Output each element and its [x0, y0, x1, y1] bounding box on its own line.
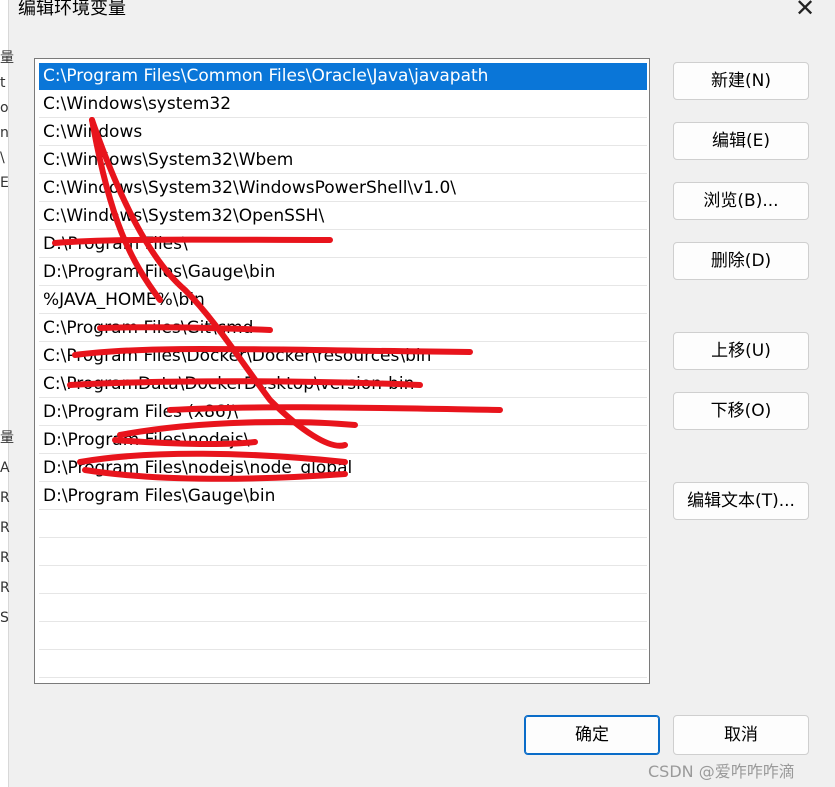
move-up-button[interactable]: 上移(U): [673, 332, 809, 370]
list-item[interactable]: D:\Program Files (x86)\: [39, 399, 647, 426]
list-item-label: D:\Program Files (x86)\: [43, 402, 239, 422]
list-item-label: D:\Program Files\: [43, 234, 188, 254]
list-item-label: %JAVA_HOME%\bin: [43, 290, 205, 310]
list-item[interactable]: D:\Program Files\nodejs\: [39, 427, 647, 454]
new-button[interactable]: 新建(N): [673, 62, 809, 100]
path-list[interactable]: C:\Program Files\Common Files\Oracle\Jav…: [34, 58, 650, 684]
list-item[interactable]: C:\Windows\system32: [39, 91, 647, 118]
list-item-label: C:\Windows\system32: [43, 94, 232, 114]
list-item-label: D:\Program Files\nodejs\: [43, 430, 250, 450]
list-item-empty[interactable]: [39, 567, 647, 594]
list-item[interactable]: %JAVA_HOME%\bin: [39, 287, 647, 314]
list-item[interactable]: C:\Program Files\Git\cmd: [39, 315, 647, 342]
list-item-label: C:\Program Files\Git\cmd: [43, 318, 254, 338]
list-item-label: C:\Windows: [43, 122, 143, 142]
list-item[interactable]: C:\ProgramData\DockerDesktop\version-bin: [39, 371, 647, 398]
browse-button[interactable]: 浏览(B)...: [673, 182, 809, 220]
delete-button[interactable]: 删除(D): [673, 242, 809, 280]
list-item-label: C:\Program Files\Docker\Docker\resources…: [43, 346, 432, 366]
list-item-label: C:\Program Files\Common Files\Oracle\Jav…: [43, 66, 489, 86]
list-item-empty[interactable]: [39, 511, 647, 538]
list-item[interactable]: D:\Program Files\: [39, 231, 647, 258]
list-item[interactable]: C:\Windows\System32\OpenSSH\: [39, 203, 647, 230]
background-window-edge: 量 t o n \ E 量 A R R R R S: [0, 0, 14, 787]
dialog-title: 编辑环境变量: [18, 0, 126, 19]
list-item[interactable]: C:\Program Files\Docker\Docker\resources…: [39, 343, 647, 370]
list-item[interactable]: D:\Program Files\Gauge\bin: [39, 483, 647, 510]
list-item[interactable]: D:\Program Files\nodejs\node_global: [39, 455, 647, 482]
edit-button[interactable]: 编辑(E): [673, 122, 809, 160]
list-item-label: C:\Windows\System32\WindowsPowerShell\v1…: [43, 178, 456, 198]
cancel-button[interactable]: 取消: [673, 715, 809, 755]
edit-text-button[interactable]: 编辑文本(T)...: [673, 482, 809, 520]
list-item-label: D:\Program Files\Gauge\bin: [43, 486, 276, 506]
list-item-empty[interactable]: [39, 651, 647, 678]
list-item-empty[interactable]: [39, 595, 647, 622]
watermark: CSDN @爱咋咋咋滴: [648, 762, 795, 781]
list-item-label: C:\Windows\System32\Wbem: [43, 150, 294, 170]
list-item-empty[interactable]: [39, 623, 647, 650]
list-item[interactable]: D:\Program Files\Gauge\bin: [39, 259, 647, 286]
move-down-button[interactable]: 下移(O): [673, 392, 809, 430]
list-item[interactable]: C:\Program Files\Common Files\Oracle\Jav…: [39, 63, 647, 90]
list-item-label: D:\Program Files\Gauge\bin: [43, 262, 276, 282]
list-item[interactable]: C:\Windows\System32\WindowsPowerShell\v1…: [39, 175, 647, 202]
list-item-label: C:\ProgramData\DockerDesktop\version-bin: [43, 374, 415, 394]
list-item[interactable]: C:\Windows\System32\Wbem: [39, 147, 647, 174]
list-item-empty[interactable]: [39, 539, 647, 566]
close-icon[interactable]: ✕: [790, 0, 820, 24]
list-item-label: D:\Program Files\nodejs\node_global: [43, 458, 353, 478]
list-item[interactable]: C:\Windows: [39, 119, 647, 146]
list-item-label: C:\Windows\System32\OpenSSH\: [43, 206, 325, 226]
ok-button[interactable]: 确定: [524, 715, 660, 755]
